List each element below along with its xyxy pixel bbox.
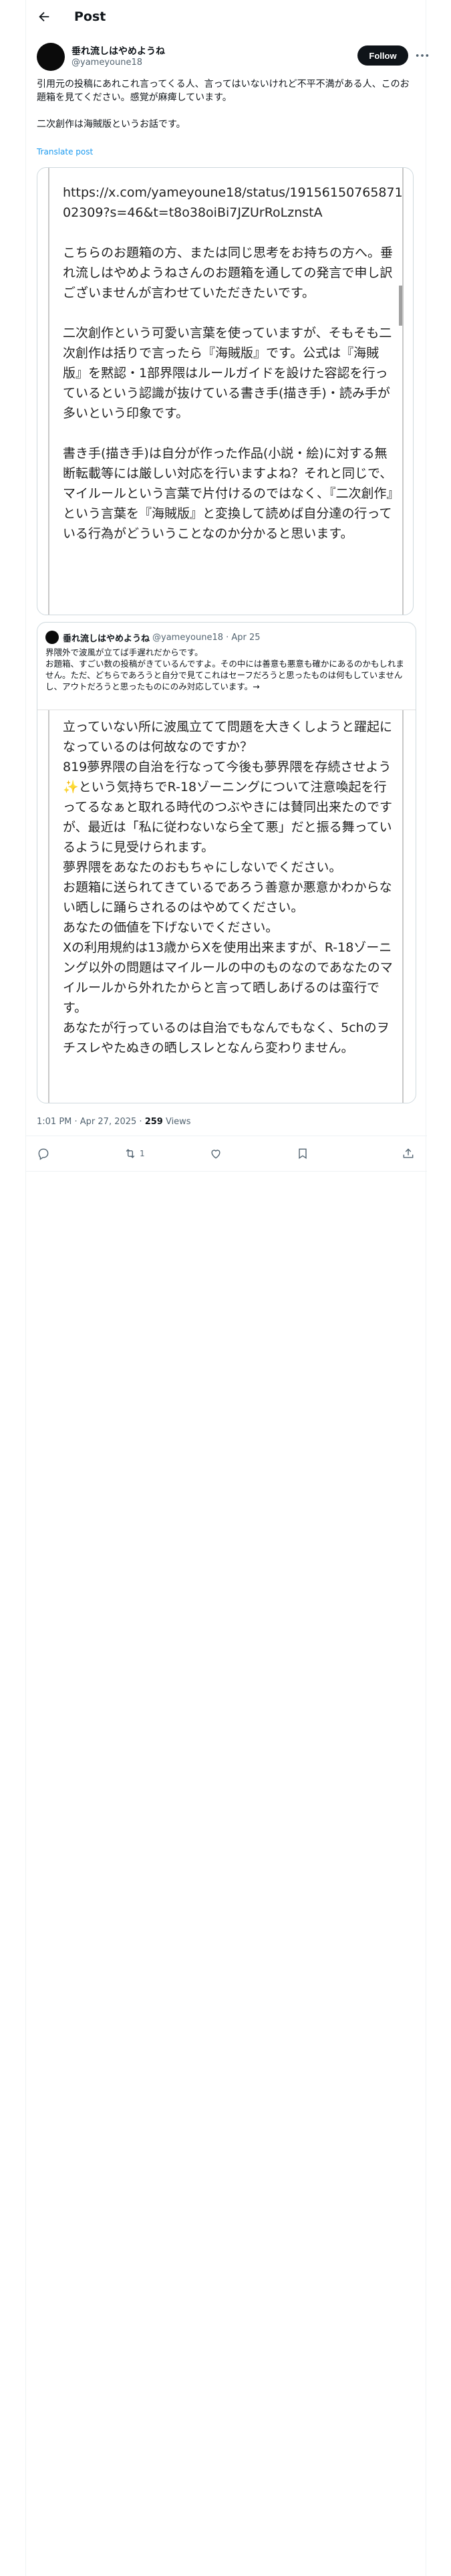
action-bar: 1 (26, 1136, 427, 1172)
quoted-image-frame: 立っていない所に波風立てて問題を大きくしようと躍起になっているのは何故なのですか… (48, 710, 404, 1103)
bookmark-icon (299, 1148, 307, 1159)
quoted-post[interactable]: 垂れ流しはやめようね @yameyoune18 · Apr 25 界隈外で波風が… (37, 622, 416, 1103)
page-title: Post (74, 9, 106, 24)
author-handle[interactable]: @yameyoune18 (71, 58, 142, 68)
share-button[interactable] (402, 1146, 415, 1161)
views-label: Views (162, 1117, 191, 1127)
follow-button[interactable]: Follow (357, 45, 408, 66)
avatar[interactable] (37, 43, 65, 71)
views-count: 259 (144, 1117, 163, 1127)
post-timestamp[interactable]: 1:01 PM · Apr 27, 2025 · (37, 1117, 145, 1127)
more-options-icon[interactable] (415, 49, 431, 62)
post-image[interactable]: https://x.com/yameyoune18/status/1915615… (37, 167, 414, 615)
post-meta: 1:01 PM · Apr 27, 2025 · 259 Views (37, 1117, 191, 1127)
main-column: Post 垂れ流しはやめようね @yameyoune18 Follow 引用元の… (25, 0, 429, 2576)
repost-button[interactable]: 1 (124, 1146, 145, 1161)
quoted-author-name: 垂れ流しはやめようね (63, 633, 150, 644)
heart-icon (211, 1150, 220, 1159)
quoted-post-image[interactable]: 立っていない所に波風立てて問題を大きくしようと躍起になっているのは何故なのですか… (37, 710, 416, 1103)
reply-icon (38, 1148, 49, 1160)
quoted-avatar (45, 631, 59, 644)
share-icon (403, 1148, 414, 1158)
translate-post-link[interactable]: Translate post (37, 147, 93, 156)
reply-button[interactable] (37, 1146, 50, 1161)
quoted-image-text: 立っていない所に波風立てて問題を大きくしようと躍起になっているのは何故なのですか… (63, 720, 393, 1055)
author-name[interactable]: 垂れ流しはやめようね (71, 44, 165, 58)
repost-icon (126, 1149, 135, 1158)
bookmark-button[interactable] (296, 1146, 309, 1161)
quoted-author-handle: @yameyoune18 · Apr 25 (152, 632, 261, 643)
quoted-post-text: 界隈外で波風が立てば手遅れだからです。 お題箱、すごい数の投稿がきているんですよ… (45, 647, 404, 691)
post-author: 垂れ流しはやめようね @yameyoune18 Follow (37, 41, 429, 74)
post-image-text: https://x.com/yameyoune18/status/1915615… (63, 185, 403, 541)
back-arrow-icon[interactable] (37, 9, 54, 27)
top-bar: Post (26, 0, 427, 35)
repost-count: 1 (140, 1149, 145, 1158)
post-text: 引用元の投稿にあれこれ言ってくる人、言ってはいないけれど不平不満がある人、このお… (37, 79, 410, 130)
quoted-post-header: 垂れ流しはやめようね @yameyoune18 · Apr 25 (45, 631, 261, 644)
image-frame: https://x.com/yameyoune18/status/1915615… (48, 168, 404, 615)
image-scrollbar (399, 286, 402, 326)
like-button[interactable] (209, 1146, 222, 1161)
